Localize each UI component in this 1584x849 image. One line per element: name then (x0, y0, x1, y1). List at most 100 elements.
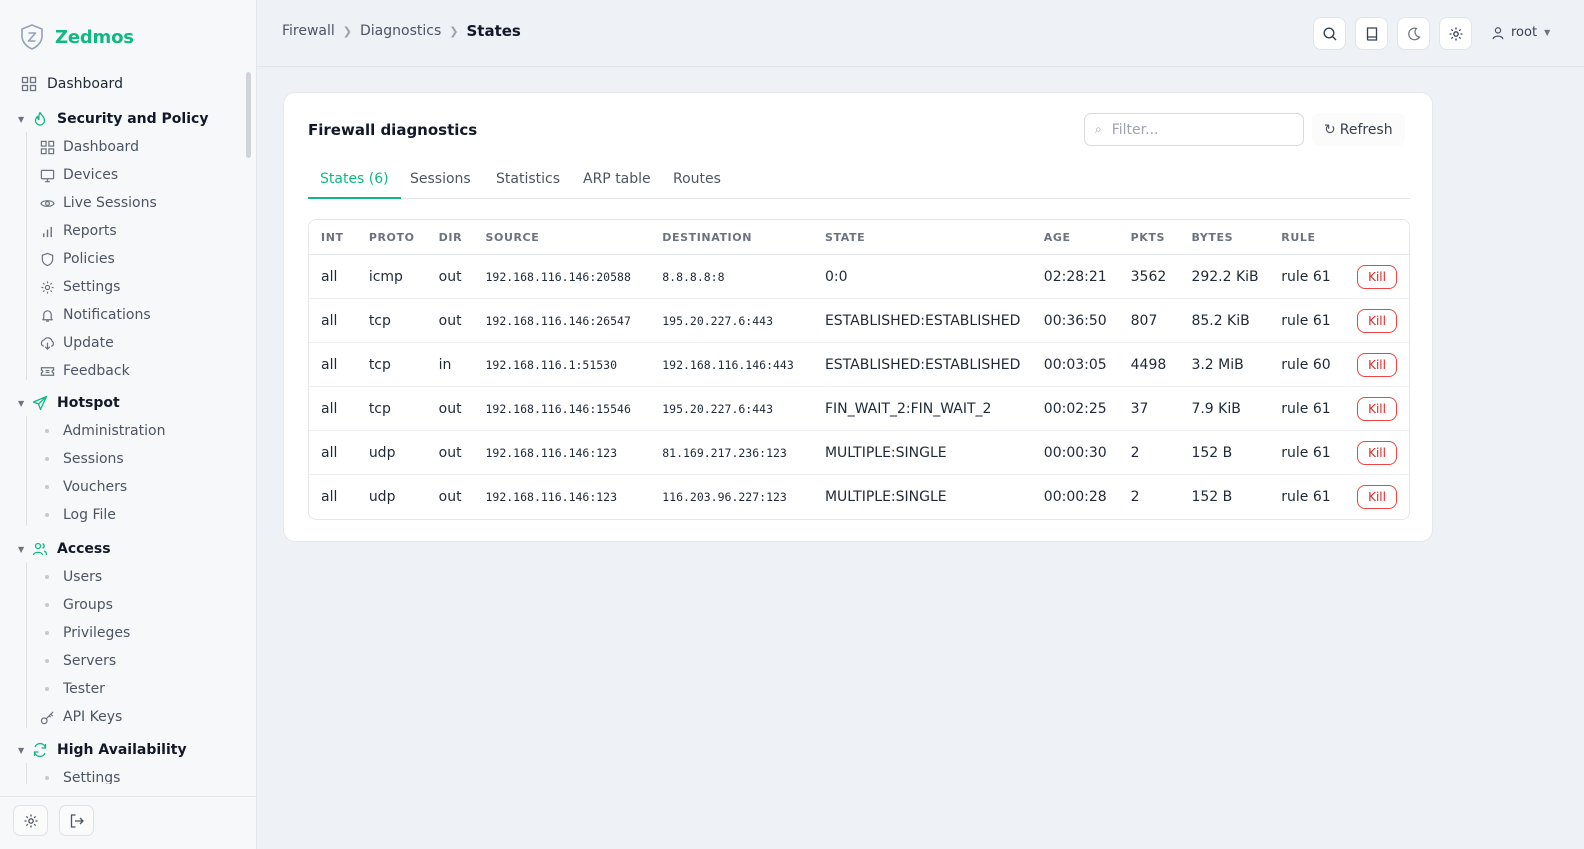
logout-button[interactable] (59, 805, 94, 836)
sidebar-item-hotspot-sessions[interactable]: Sessions (38, 447, 124, 471)
sidebar-item-notifications[interactable]: Notifications (38, 303, 151, 327)
kill-button[interactable]: Kill (1357, 440, 1397, 465)
kill-button[interactable]: Kill (1357, 485, 1397, 509)
kill-button[interactable]: Kill (1357, 308, 1397, 333)
cell-dir: out (438, 489, 462, 505)
column-header-age[interactable]: AGE (1031, 220, 1119, 255)
cell-rule: rule 60 (1269, 343, 1346, 387)
sidebar-item-administration[interactable]: Administration (38, 419, 165, 443)
kill-button[interactable]: Kill (1357, 396, 1397, 421)
tree-guide (26, 416, 27, 526)
search-button[interactable] (1313, 17, 1346, 50)
sidebar-item-reports[interactable]: Reports (38, 219, 117, 243)
cell-proto: udp (368, 489, 396, 505)
settings-button[interactable] (1439, 17, 1472, 50)
column-header-pkts[interactable]: PKTS (1118, 220, 1180, 255)
docs-button[interactable] (1355, 17, 1388, 50)
cell-source: 192.168.116.146:123 (485, 490, 618, 504)
user-menu[interactable]: root ▼ (1491, 25, 1550, 40)
sidebar-item-ha-settings[interactable]: Settings (38, 766, 120, 784)
logo-shield-icon (21, 24, 43, 50)
sidebar-section-hotspot[interactable]: ▼ Hotspot (18, 391, 120, 415)
tab-routes[interactable]: Routes (673, 165, 721, 199)
sidebar-item-privileges[interactable]: Privileges (38, 621, 130, 645)
tree-guide (26, 763, 27, 784)
tab-arp-table[interactable]: ARP table (583, 165, 651, 199)
breadcrumb-diagnostics[interactable]: Diagnostics (360, 23, 441, 39)
sidebar-item-security-dashboard[interactable]: Dashboard (38, 135, 139, 159)
cell-bytes: 3.2 MiB (1179, 343, 1270, 387)
user-name: root (1511, 25, 1538, 40)
cell-int: all (309, 299, 357, 343)
table-row: all udp out 192.168.116.146:123 81.169.2… (309, 431, 1409, 475)
bullet-icon (38, 659, 56, 663)
column-header-destination[interactable]: DESTINATION (650, 220, 813, 255)
refresh-button[interactable]: ↻ Refresh (1312, 113, 1405, 146)
sidebar-item-label: Feedback (63, 363, 130, 379)
cell-source: 192.168.116.1:51530 (473, 343, 651, 387)
sidebar-item-label: Settings (63, 770, 121, 784)
tab-statistics[interactable]: Statistics (496, 165, 560, 199)
firewall-diagnostics-card: Firewall diagnostics ⌕ ↻ Refresh States … (283, 92, 1433, 542)
sidebar-item-groups[interactable]: Groups (38, 593, 113, 617)
brand[interactable]: Zedmos (20, 24, 134, 50)
cell-pkts: 4498 (1118, 343, 1180, 387)
brand-name: Zedmos (55, 26, 134, 48)
eye-icon (38, 194, 56, 212)
tab-sessions[interactable]: Sessions (410, 165, 471, 199)
sidebar-item-feedback[interactable]: Feedback (38, 359, 130, 383)
bullet-icon (38, 575, 56, 579)
column-header-source[interactable]: SOURCE (473, 220, 651, 255)
column-header-bytes[interactable]: BYTES (1179, 220, 1270, 255)
sidebar-item-log-file[interactable]: Log File (38, 503, 116, 527)
breadcrumb-current: States (466, 22, 521, 40)
tab-states[interactable]: States (6) (308, 165, 401, 199)
column-header-state[interactable]: STATE (812, 220, 1032, 255)
column-header-int[interactable]: INT (309, 220, 357, 255)
cell-rule: rule 61 (1281, 489, 1331, 505)
cell-age: 00:00:30 (1031, 431, 1119, 475)
breadcrumb-firewall[interactable]: Firewall (282, 23, 335, 39)
kill-button[interactable]: Kill (1357, 264, 1397, 289)
sidebar-section-access[interactable]: ▼ Access (18, 537, 111, 561)
bell-icon (38, 306, 56, 324)
sidebar-item-label: Devices (63, 167, 119, 183)
sidebar-item-settings[interactable]: Settings (38, 275, 120, 299)
theme-toggle-button[interactable] (1397, 17, 1430, 50)
sidebar-item-update[interactable]: Update (38, 331, 114, 355)
cell-state: ESTABLISHED:ESTABLISHED (812, 299, 1032, 343)
cell-bytes: 152 B (1179, 431, 1270, 475)
sidebar-item-servers[interactable]: Servers (38, 649, 116, 673)
cell-destination: 116.203.96.227:123 (662, 490, 787, 504)
cell-destination: 195.20.227.6:443 (650, 387, 813, 431)
sidebar-section-security-and-policy[interactable]: ▼ Security and Policy (18, 107, 208, 131)
sidebar-item-dashboard[interactable]: Dashboard (20, 72, 123, 96)
chevron-right-icon: ❯ (449, 24, 459, 38)
column-header-rule[interactable]: RULE (1269, 220, 1346, 255)
sidebar-item-api-keys[interactable]: API Keys (38, 705, 122, 729)
column-header-dir[interactable]: DIR (426, 220, 474, 255)
cell-int: all (309, 431, 357, 475)
sidebar-item-users[interactable]: Users (38, 565, 102, 589)
cell-source: 192.168.116.146:26547 (473, 299, 651, 343)
sidebar-item-devices[interactable]: Devices (38, 163, 118, 187)
sidebar-section-high-availability[interactable]: ▼ High Availability (18, 738, 187, 762)
sidebar-item-label: Privileges (63, 625, 131, 641)
filter-input[interactable] (1111, 121, 1282, 138)
caret-down-icon: ▼ (18, 745, 25, 755)
cell-destination: 195.20.227.6:443 (650, 299, 813, 343)
sidebar-item-tester[interactable]: Tester (38, 677, 105, 701)
bullet-icon (38, 631, 56, 635)
sidebar-item-vouchers[interactable]: Vouchers (38, 475, 127, 499)
cell-destination: 8.8.8.8:8 (650, 255, 813, 299)
sidebar-scrollbar[interactable] (246, 72, 251, 158)
column-header-proto[interactable]: PROTO (356, 220, 427, 255)
caret-down-icon: ▼ (18, 544, 25, 554)
cell-dir: in (426, 343, 474, 387)
sidebar-item-live-sessions[interactable]: Live Sessions (38, 191, 157, 215)
sidebar-nav: Dashboard ▼ Security and Policy Dashboar… (0, 70, 250, 784)
filter-field[interactable]: ⌕ (1084, 113, 1304, 146)
footer-settings-button[interactable] (13, 805, 48, 836)
sidebar-item-policies[interactable]: Policies (38, 247, 115, 271)
kill-button[interactable]: Kill (1357, 352, 1397, 377)
